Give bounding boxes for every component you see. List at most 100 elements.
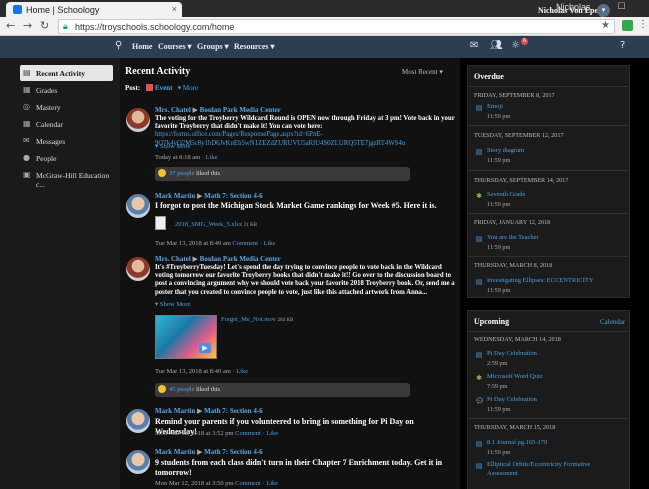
user-menu-chevron-icon[interactable]: ▾ [597,4,610,17]
overdue-item[interactable]: Seventh Grade [487,191,525,198]
url-field[interactable]: 🔒︎ https://troyschools.schoology.com/hom… [58,19,615,34]
divider [467,170,630,171]
like-link[interactable]: Like [266,480,278,487]
sidebar-item-label: Messages [36,137,66,146]
sidebar-item-recent-activity[interactable]: ▤ Recent Activity [20,65,113,81]
url-text: https://troyschools.schoology.com/home [75,22,235,32]
upcoming-item[interactable]: 8.1 Journal pg.165-170 [487,439,547,446]
sort-dropdown[interactable]: Most Recent ▾ [402,68,443,76]
post-author[interactable]: Mark Martin [155,407,195,415]
assignment-icon: ▤ [475,148,483,156]
assignment-icon: ▤ [475,278,483,286]
show-more-link[interactable]: ▾ Show More [155,142,190,150]
upcoming-item[interactable]: Pi Day Celebration [487,350,537,357]
date-header: THURSDAY, MARCH 8, 2018 [474,262,553,269]
overdue-item[interactable]: You are the Teacher [487,234,539,241]
post-target[interactable]: Math 7: Section 4-6 [204,448,263,456]
divider [467,418,630,419]
sidebar-item-grades[interactable]: ▦ Grades [20,82,113,98]
comment-link[interactable]: Comment [235,480,261,487]
due-time: 11:59 pm [487,244,511,251]
post-header: Mrs. Chatel ▶ Boulan Park Media Center [155,255,281,263]
connections-icon[interactable]: 👥︎ [490,40,503,51]
comment-link[interactable]: Comment [232,240,258,247]
avatar[interactable] [126,108,150,132]
browser-menu-icon[interactable]: ⋮ [638,19,648,30]
calendar-link[interactable]: Calendar [600,318,625,326]
date-header: TUESDAY, SEPTEMBER 12, 2017 [474,132,564,139]
like-link[interactable]: Like [206,154,218,161]
post-time: Today at 8:18 am [155,154,201,161]
nav-groups[interactable]: Groups ▾ [197,42,229,51]
like-link[interactable]: Like [236,368,248,375]
avatar[interactable] [126,194,150,218]
overdue-item[interactable]: Investigating Ellipses: ECCENTRICITY [487,277,594,284]
upcoming-item[interactable]: Pi Day Celebration [487,396,537,403]
due-time: 11:59 pm [487,201,511,208]
overdue-item[interactable]: Story diagram [487,147,524,154]
browser-tab[interactable]: Home | Schoology × [6,2,182,17]
nav-courses[interactable]: Courses ▾ [158,42,192,51]
help-icon[interactable]: ? [620,40,625,51]
post-target[interactable]: Math 7: Section 4-6 [204,192,263,200]
sidebar-item-calendar[interactable]: ▦ Calendar [20,116,113,132]
post-link[interactable]: https://forms.office.com/Pages/ResponseP… [155,131,405,146]
post-author[interactable]: Mrs. Chatel [155,106,191,114]
attachment-link[interactable]: Forget_Me_Not.mov [221,316,276,323]
post-target[interactable]: Math 7: Section 4-6 [204,407,263,415]
user-name[interactable]: Nicholas Von Eper [538,6,602,15]
tab-title: Home | Schoology [26,5,100,15]
post-author[interactable]: Mark Martin [155,448,195,456]
comment-link[interactable]: Comment [235,430,261,437]
avatar[interactable] [126,450,150,474]
nav-resources[interactable]: Resources ▾ [234,42,275,51]
post-author[interactable]: Mark Martin [155,192,195,200]
overdue-item[interactable]: Emoji [487,103,503,110]
assignment-icon: ▤ [475,462,483,470]
likers-link[interactable]: 37 people [169,170,194,177]
search-icon[interactable]: ⚲ [115,40,122,51]
sidebar-item-people[interactable]: ● People [20,150,113,166]
app-header: ⚲ Home Courses ▾ Groups ▾ Resources ▾ ✉ … [0,36,649,58]
sidebar-item-mastery[interactable]: ◎ Mastery [20,99,113,115]
show-more-link[interactable]: ▾ Show More [155,300,190,308]
post-target[interactable]: Boulan Park Media Center [200,106,281,114]
due-time: 11:59 pm [487,113,511,120]
avatar[interactable] [126,257,150,281]
sidebar-item-messages[interactable]: ✉ Messages [20,133,113,149]
messages-icon[interactable]: ✉ [470,40,478,51]
sidebar-item-mcgraw-hill[interactable]: ▣ McGraw-Hill Education c... [20,167,113,189]
like-link[interactable]: Like [266,430,278,437]
notifications-icon[interactable]: ☼ [511,40,520,51]
reload-icon[interactable]: ↻ [40,19,49,32]
tab-close-icon[interactable]: × [172,4,177,14]
back-icon[interactable]: ← [6,19,15,32]
video-thumbnail[interactable]: ▶ [155,315,217,359]
extension-icon[interactable] [622,20,633,31]
like-link[interactable]: Like [263,240,275,247]
due-time: 11:59 pm [487,157,511,164]
attachment-link[interactable]: 2018_SMG_Week_5.xlsx [175,221,242,228]
attachment-size: 21 KB [243,223,258,228]
divider [467,256,630,257]
avatar[interactable] [126,409,150,433]
upcoming-item[interactable]: Elliptical Orbits/Eccentricity Formative [487,461,590,468]
attachment-size: 284 KB [277,318,294,323]
forward-icon[interactable]: → [23,19,32,32]
nav-home[interactable]: Home [132,42,152,51]
upcoming-item-continued[interactable]: Assessment [487,470,518,477]
post-event-button[interactable]: Event [155,84,173,92]
post-time: Tue Mar 13, 2018 at 8:40 am [155,368,231,375]
post-body: 9 students from each class didn't turn i… [155,458,443,477]
due-time: 2:59 pm [487,360,508,367]
grades-icon: ▦ [23,85,31,94]
bookmark-star-icon[interactable]: ★ [601,20,610,31]
post-target[interactable]: Boulan Park Media Center [200,255,281,263]
upcoming-item[interactable]: Microsoft Word Quiz [487,373,543,380]
likers-link[interactable]: 45 people [169,386,194,393]
discussion-icon: 💬︎ [475,397,484,405]
lock-icon: 🔒︎ [63,21,68,31]
date-header: WEDNESDAY, MARCH 14, 2018 [474,336,561,343]
post-more-dropdown[interactable]: ▾ More [178,84,198,92]
post-author[interactable]: Mrs. Chatel [155,255,191,263]
